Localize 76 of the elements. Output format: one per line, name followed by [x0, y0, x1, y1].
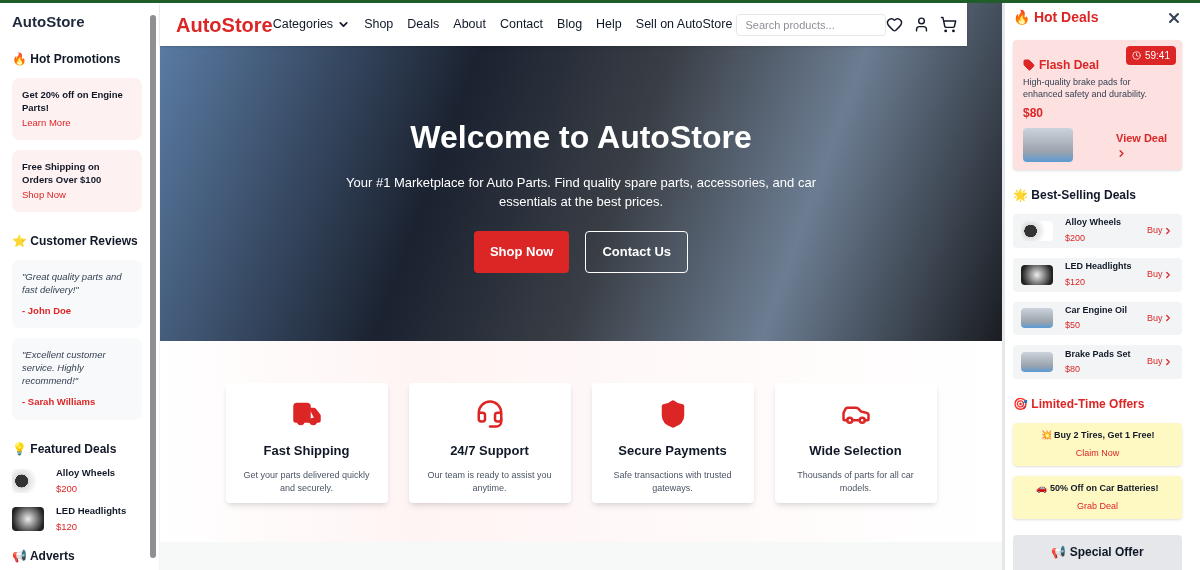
deal-name: Alloy Wheels: [1065, 216, 1122, 230]
product-photo: [1021, 308, 1053, 329]
hero-subtitle: Your #1 Marketplace for Auto Parts. Find quality spare parts, accessories, and car essentials at the best prices.: [345, 174, 817, 211]
heart-icon[interactable]: [886, 16, 904, 33]
section-heading: ⭐ Customer Reviews: [12, 233, 139, 250]
product-photo: [12, 507, 44, 532]
section-heading: 🌟 Best-Selling Deals: [1013, 187, 1138, 204]
deal-name: Brake Pads Set: [1065, 347, 1132, 361]
chevron-icon: [1116, 147, 1127, 159]
section-heading: 💡 Featured Deals: [12, 440, 118, 458]
view-deal-link[interactable]: View Deal: [1116, 131, 1172, 159]
review-author: - Sarah Williams: [22, 395, 97, 410]
tag-icon: [1023, 59, 1035, 71]
flash-deal-text: High-quality brake pads for enhanced safety and durability.: [1023, 76, 1148, 100]
deal-price: $120: [1065, 275, 1087, 289]
logo[interactable]: AutoStore: [176, 9, 273, 40]
feature-text: Our team is ready to assist you anytime.: [426, 468, 553, 495]
feature-text: Thousands of parts for all car models.: [796, 468, 915, 495]
cart-icon[interactable]: [940, 16, 958, 33]
offer-text: 🚗 50% Off on Car Batteries!: [1035, 482, 1160, 495]
promotion-link[interactable]: Shop Now: [22, 187, 132, 202]
search-field[interactable]: Search products...: [736, 13, 887, 36]
feature-title: 24/7 Support: [450, 442, 529, 460]
feature-title: Fast Shipping: [263, 442, 350, 460]
promotion-text: Get 20% off on Engine Parts!: [22, 87, 124, 114]
product-photo: [1023, 128, 1073, 162]
nav-link[interactable]: Categories: [272, 15, 351, 34]
promotion-link[interactable]: Learn More: [22, 115, 132, 130]
contact-button[interactable]: Contact Us: [585, 231, 689, 273]
section-heading: 📢 Adverts: [12, 547, 76, 565]
nav-link[interactable]: Shop: [364, 15, 394, 34]
deal-name: Car Engine Oil: [1065, 303, 1128, 317]
nav-link[interactable]: Blog: [557, 15, 583, 34]
deal-price: $80: [1065, 363, 1082, 377]
deal-price: $200: [56, 481, 79, 496]
panel-title: 🔥 Hot Deals: [1013, 8, 1099, 27]
deal-name: LED Headlights: [1065, 260, 1133, 274]
product-photo: [1021, 352, 1053, 373]
nav-link[interactable]: Sell on AutoStore: [635, 15, 733, 34]
feature-text: Safe transactions with trusted gateways.: [612, 468, 733, 495]
deal-name: Alloy Wheels: [56, 465, 116, 480]
section-heading: 🎯 Limited-Time Offers: [1013, 396, 1146, 413]
deal-price: $200: [1065, 231, 1087, 245]
feature-title: Secure Payments: [618, 442, 727, 460]
offer-link[interactable]: Grab Deal: [1013, 499, 1182, 513]
nav-link[interactable]: Help: [596, 15, 622, 34]
feature-text: Get your parts delivered quickly and securely.: [242, 468, 371, 495]
promotion-text: Free Shipping on Orders Over $100: [22, 159, 103, 186]
review-quote: "Excellent customer service. Highly recommend!": [22, 348, 107, 388]
nav-link[interactable]: About: [453, 15, 486, 34]
timer-badge: 59:41: [1125, 46, 1176, 65]
shop-now-button[interactable]: Shop Now: [473, 231, 570, 273]
product-photo: [1021, 220, 1053, 241]
deal-name: LED Headlights: [56, 504, 127, 518]
section-heading: 🔥 Hot Promotions: [12, 50, 122, 68]
buy-link[interactable]: Buy: [1147, 355, 1173, 369]
nav-link[interactable]: Contact: [499, 15, 544, 34]
clock-icon: [1131, 51, 1141, 60]
feature-title: Wide Selection: [809, 442, 902, 460]
product-photo: [1021, 264, 1053, 285]
nav-link[interactable]: Deals: [407, 15, 440, 34]
sidebar-title: AutoStore: [12, 12, 86, 32]
scrollbar[interactable]: [150, 15, 156, 558]
hero-title: Welcome to AutoStore: [410, 118, 752, 157]
buy-link[interactable]: Buy: [1147, 311, 1173, 326]
offer-link[interactable]: Claim Now: [1013, 446, 1182, 460]
deal-price: $50: [1065, 319, 1082, 333]
special-offer-title: 📢 Special Offer: [1050, 544, 1145, 561]
review-quote: "Great quality parts and fast delivery!": [22, 270, 123, 296]
review-author: - John Doe: [22, 304, 73, 318]
buy-link[interactable]: Buy: [1147, 267, 1173, 282]
flash-deal-title: Flash Deal: [1039, 57, 1100, 74]
deal-price: $120: [56, 520, 79, 535]
offer-text: 💥 Buy 2 Tires, Get 1 Free!: [1039, 429, 1156, 442]
flash-deal-price: $80: [1023, 105, 1045, 122]
buy-link[interactable]: Buy: [1147, 224, 1173, 238]
